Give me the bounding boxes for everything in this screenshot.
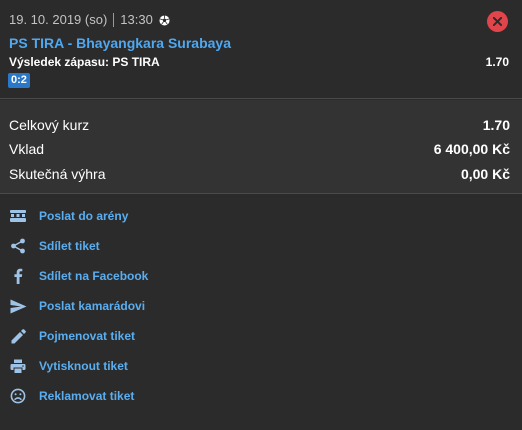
- send-icon: [9, 297, 27, 315]
- pencil-icon: [9, 327, 27, 345]
- complain-ticket-label: Reklamovat tiket: [39, 389, 135, 403]
- actual-win-row: Skutečná výhra 0,00 Kč: [9, 166, 510, 182]
- divider: [113, 12, 115, 27]
- bet-odds: 1.70: [485, 55, 509, 69]
- print-ticket-action[interactable]: Vytisknout tiket: [9, 356, 128, 376]
- complain-ticket-action[interactable]: Reklamovat tiket: [9, 386, 134, 406]
- total-odds-row: Celkový kurz 1.70: [9, 117, 510, 133]
- close-icon: [493, 17, 502, 26]
- ticket-bet-section: 19. 10. 2019 (so) 13:30 PS TIRA - Bhayan…: [0, 0, 522, 99]
- stake-row: Vklad 6 400,00 Kč: [9, 141, 510, 157]
- match-time: 13:30: [120, 12, 153, 27]
- send-to-friend-action[interactable]: Poslat kamarádovi: [9, 296, 145, 316]
- bet-selection: Výsledek zápasu: PS TIRA: [9, 55, 160, 69]
- send-to-arena-label: Poslat do arény: [39, 209, 129, 223]
- total-odds-value: 1.70: [482, 117, 510, 133]
- print-icon: [9, 357, 27, 375]
- share-facebook-label: Sdílet na Facebook: [39, 269, 149, 283]
- share-ticket-label: Sdílet tiket: [39, 239, 100, 253]
- rename-ticket-label: Pojmenovat tiket: [39, 329, 136, 343]
- rename-ticket-action[interactable]: Pojmenovat tiket: [9, 326, 135, 346]
- share-ticket-action[interactable]: Sdílet tiket: [9, 236, 100, 256]
- bet-selection-row: Výsledek zápasu: PS TIRA 1.70: [9, 55, 509, 69]
- share-icon: [9, 237, 27, 255]
- arena-icon: [9, 207, 27, 225]
- match-title-link[interactable]: PS TIRA - Bhayangkara Surabaya: [9, 35, 231, 51]
- ticket-actions-section: Poslat do arény Sdílet tiket Sdílet na F…: [0, 195, 522, 430]
- sad-face-icon: [9, 387, 27, 405]
- match-datetime: 19. 10. 2019 (so) 13:30: [9, 12, 170, 27]
- ticket-summary-section: Celkový kurz 1.70 Vklad 6 400,00 Kč Skut…: [0, 100, 522, 194]
- print-ticket-label: Vytisknout tiket: [39, 359, 128, 373]
- close-button[interactable]: [487, 11, 508, 32]
- football-icon: [159, 14, 170, 26]
- actual-win-label: Skutečná výhra: [9, 166, 106, 182]
- actual-win-value: 0,00 Kč: [460, 166, 510, 182]
- stake-value: 6 400,00 Kč: [433, 141, 510, 157]
- score-badge: 0:2: [8, 73, 30, 88]
- stake-label: Vklad: [9, 141, 45, 157]
- total-odds-label: Celkový kurz: [9, 117, 90, 133]
- send-to-friend-label: Poslat kamarádovi: [39, 299, 146, 313]
- facebook-icon: [9, 267, 27, 285]
- send-to-arena-action[interactable]: Poslat do arény: [9, 206, 128, 226]
- match-date: 19. 10. 2019 (so): [9, 12, 108, 27]
- ticket-panel: 19. 10. 2019 (so) 13:30 PS TIRA - Bhayan…: [0, 0, 522, 430]
- share-facebook-action[interactable]: Sdílet na Facebook: [9, 266, 148, 286]
